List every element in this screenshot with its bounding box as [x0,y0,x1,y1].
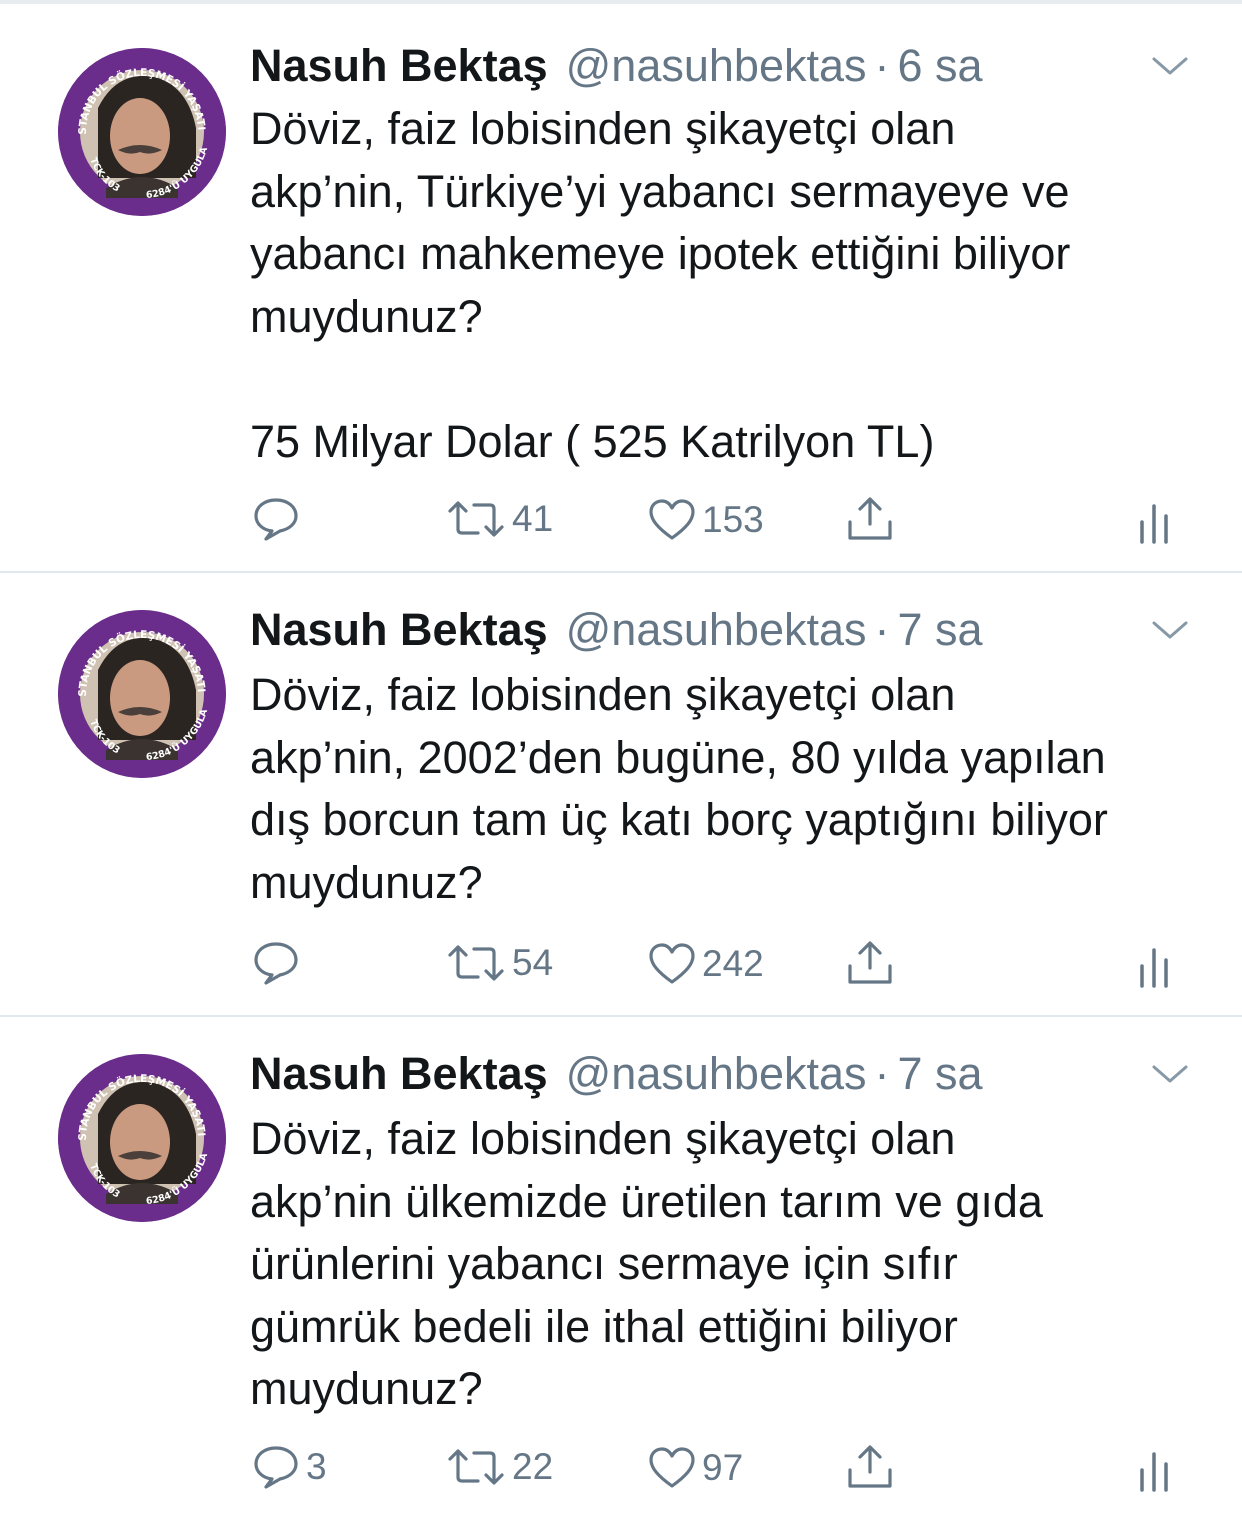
tweet-text: Döviz, faiz lobisinden şikayetçi olan ak… [250,669,1108,908]
separator-dot: · [874,40,890,91]
like-button[interactable]: 153 [648,498,764,542]
analytics-bars-icon [1140,504,1168,544]
author-handle[interactable]: @nasuhbektas [566,604,867,656]
tweet[interactable]: İSTANBUL SÖZLEŞMESİ YAŞATIR TCK-103 6284… [0,572,1242,1016]
timestamp[interactable]: 7 sa [898,604,983,656]
retweet-count: 54 [512,942,554,983]
share-upload-icon [848,941,892,984]
tweet-text: Döviz, faiz lobisinden şikayetçi olan ak… [250,103,1071,467]
reply-button[interactable]: 3 [252,1444,327,1490]
tweet-text: Döviz, faiz lobisinden şikayetçi olan ak… [250,1113,1043,1414]
like-count: 97 [702,1447,744,1488]
tweet[interactable]: İSTANBUL SÖZLEŞMESİ YAŞATIR TCK-103 6284… [0,1016,1242,1513]
reply-button[interactable] [252,496,306,542]
author-handle[interactable]: @nasuhbektas [566,1048,867,1100]
author-handle[interactable]: @nasuhbektas [566,40,867,92]
retweet-button[interactable]: 41 [446,498,553,540]
tweet-actions: 3 22 97 [0,1436,1242,1496]
chevron-down-icon[interactable] [1150,1062,1190,1086]
share-upload-icon [848,497,892,540]
analytics-bars-icon [1140,948,1168,988]
share-upload-icon [848,1445,892,1488]
avatar[interactable]: İSTANBUL SÖZLEŞMESİ YAŞATIR TCK-103 6284… [58,1054,226,1222]
author-name[interactable]: Nasuh Bektaş [250,1048,548,1100]
speech-bubble-icon [254,942,298,985]
tweet-header: Nasuh Bektaş @nasuhbektas · 7 sa [250,604,983,660]
analytics-bars-icon [1140,1452,1168,1492]
share-button[interactable] [846,1444,894,1490]
like-button[interactable]: 242 [648,942,764,986]
reply-button[interactable] [252,940,306,986]
share-button[interactable] [846,496,894,542]
analytics-button[interactable] [1138,502,1170,544]
separator-dot: · [874,604,890,655]
retweet-count: 41 [512,498,554,539]
retweet-arrows-icon [448,945,504,981]
like-count: 153 [702,499,764,540]
avatar[interactable]: İSTANBUL SÖZLEŞMESİ YAŞATIR TCK-103 6284… [58,610,226,778]
author-name[interactable]: Nasuh Bektaş [250,40,548,92]
share-button[interactable] [846,940,894,986]
heart-outline-icon [649,943,695,984]
retweet-button[interactable]: 22 [446,1446,553,1488]
reply-count: 3 [306,1446,327,1487]
heart-outline-icon [649,1447,695,1488]
timestamp[interactable]: 6 sa [898,40,983,92]
retweet-arrows-icon [448,501,504,537]
like-button[interactable]: 97 [648,1446,743,1490]
tweet-actions: 54 242 [0,932,1242,992]
retweet-count: 22 [512,1446,554,1487]
chevron-down-icon[interactable] [1150,618,1190,642]
separator-dot: · [874,1048,890,1099]
retweet-button[interactable]: 54 [446,942,553,984]
heart-outline-icon [649,499,695,540]
speech-bubble-icon [254,1446,298,1489]
tweet-header: Nasuh Bektaş @nasuhbektas · 6 sa [250,40,983,96]
tweet-header: Nasuh Bektaş @nasuhbektas · 7 sa [250,1048,983,1104]
author-name[interactable]: Nasuh Bektaş [250,604,548,656]
speech-bubble-icon [254,498,298,541]
timestamp[interactable]: 7 sa [898,1048,983,1100]
analytics-button[interactable] [1138,946,1170,988]
tweet[interactable]: İSTANBUL SÖZLEŞMESİ YAŞATIR TCK-103 6284… [0,4,1242,572]
analytics-button[interactable] [1138,1450,1170,1492]
retweet-arrows-icon [448,1449,504,1485]
tweet-actions: 41 153 [0,488,1242,548]
like-count: 242 [702,943,764,984]
chevron-down-icon[interactable] [1150,54,1190,78]
avatar[interactable]: İSTANBUL SÖZLEŞMESİ YAŞATIR TCK-103 6284… [58,48,226,216]
